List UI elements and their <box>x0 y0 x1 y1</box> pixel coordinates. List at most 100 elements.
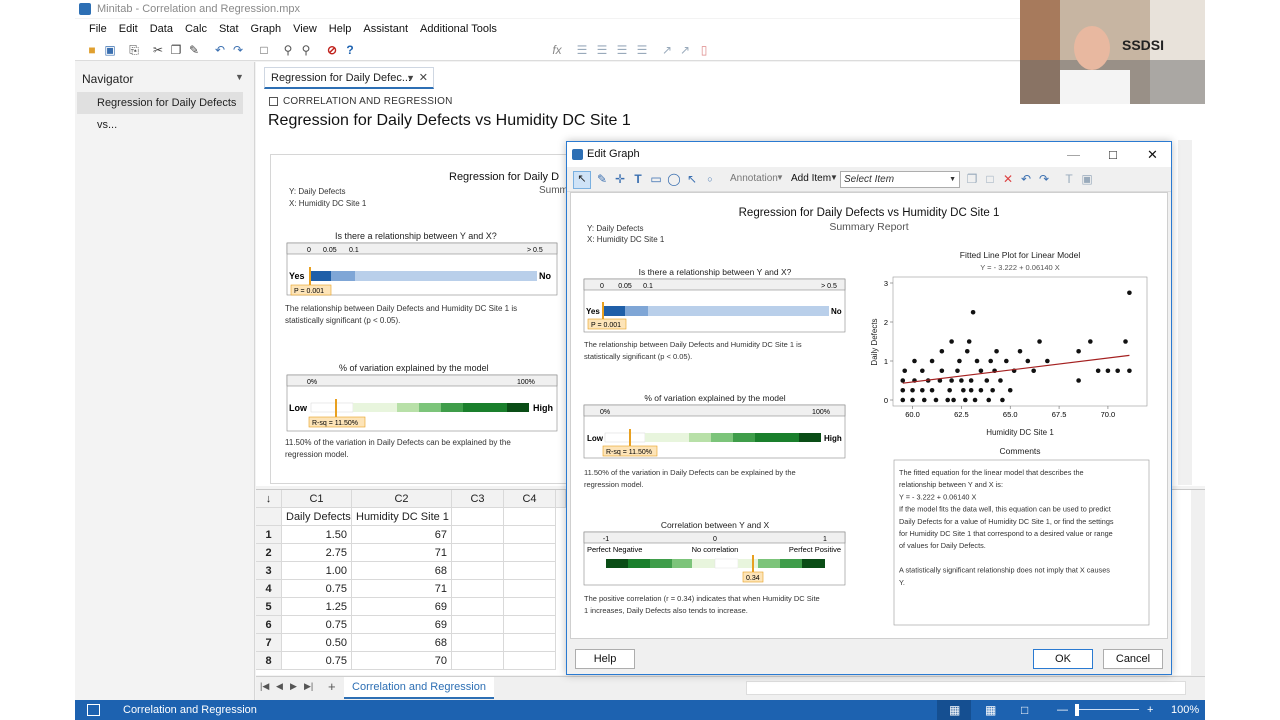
table-cell[interactable]: 70 <box>352 652 452 670</box>
crosshair-icon[interactable]: ↗ <box>678 43 692 57</box>
redo-icon[interactable]: ↷ <box>231 43 245 57</box>
tab-regression-output[interactable]: Regression for Daily Defec... ▼ ✕ <box>264 67 434 89</box>
sheet-tab-correlation-and-regression[interactable]: Correlation and Regression <box>344 677 494 699</box>
save-icon[interactable]: ▣ <box>103 43 117 57</box>
zoom-slider-track[interactable] <box>1075 709 1139 710</box>
row-header[interactable]: 2 <box>256 544 282 562</box>
subset-icon[interactable]: ☰ <box>635 43 649 57</box>
menu-data[interactable]: Data <box>144 19 179 39</box>
copy-icon[interactable]: ❐ <box>169 43 183 57</box>
open-folder-icon[interactable]: ■ <box>85 43 99 57</box>
last-sheet-icon[interactable]: ▶| <box>304 681 313 692</box>
menu-graph[interactable]: Graph <box>245 19 288 39</box>
table-cell[interactable] <box>504 652 556 670</box>
brush-icon[interactable]: ↗ <box>660 43 674 57</box>
find-icon[interactable]: ⚲ <box>281 43 295 57</box>
menu-calc[interactable]: Calc <box>179 19 213 39</box>
line-tool-icon[interactable]: ↖ <box>685 172 699 186</box>
column-id-c1[interactable]: C1 <box>282 490 352 508</box>
chevron-down-icon[interactable]: ▼ <box>830 173 838 182</box>
window-icon[interactable]: □ <box>257 43 271 57</box>
table-cell[interactable]: 0.50 <box>282 634 352 652</box>
menu-help[interactable]: Help <box>323 19 358 39</box>
table-cell[interactable] <box>504 616 556 634</box>
menu-stat[interactable]: Stat <box>213 19 245 39</box>
column-name-c2[interactable]: Humidity DC Site 1 <box>352 508 452 526</box>
text-tool-icon[interactable]: T <box>631 172 645 186</box>
zoom-slider-thumb[interactable] <box>1075 704 1079 716</box>
pane-toggle-icon[interactable] <box>87 704 100 716</box>
duplicate-icon[interactable]: ❐ <box>965 172 979 186</box>
replace-icon[interactable]: ⚲ <box>299 43 313 57</box>
zoom-out-icon[interactable]: — <box>1057 700 1068 720</box>
worksheet-scrollbar[interactable] <box>1191 490 1205 676</box>
column-id-c4[interactable]: C4 <box>504 490 556 508</box>
table-cell[interactable]: 67 <box>352 526 452 544</box>
table-cell[interactable] <box>504 634 556 652</box>
chevron-down-icon[interactable]: ▼ <box>235 72 244 82</box>
row-header[interactable]: 6 <box>256 616 282 634</box>
page-icon[interactable]: □ <box>983 172 997 186</box>
chevron-down-icon[interactable]: ▼ <box>776 173 784 182</box>
grid-view-icon[interactable]: ▦ <box>949 700 960 720</box>
close-icon[interactable]: ✕ <box>419 68 428 88</box>
horizontal-scrollbar[interactable] <box>746 681 1186 695</box>
table-cell[interactable]: 0.75 <box>282 580 352 598</box>
text-format-icon[interactable]: T <box>1062 172 1076 186</box>
table-cell[interactable] <box>452 616 504 634</box>
prev-sheet-icon[interactable]: ◀ <box>276 681 283 692</box>
table-cell[interactable]: 0.75 <box>282 616 352 634</box>
menu-file[interactable]: File <box>83 19 113 39</box>
row-header[interactable]: 4 <box>256 580 282 598</box>
ellipse-tool-icon[interactable]: ◯ <box>667 172 681 186</box>
table-cell[interactable]: 68 <box>352 562 452 580</box>
row-header[interactable]: 3 <box>256 562 282 580</box>
table-cell[interactable] <box>452 562 504 580</box>
menu-edit[interactable]: Edit <box>113 19 144 39</box>
row-header[interactable]: 7 <box>256 634 282 652</box>
column-id-c3[interactable]: C3 <box>452 490 504 508</box>
delete-icon[interactable]: ✕ <box>1001 172 1015 186</box>
undo-icon[interactable]: ↶ <box>213 43 227 57</box>
table-cell[interactable]: 68 <box>352 634 452 652</box>
table-cell[interactable] <box>452 634 504 652</box>
minimize-icon[interactable]: — <box>1067 142 1080 167</box>
first-sheet-icon[interactable]: |◀ <box>260 681 269 692</box>
table-cell[interactable] <box>452 580 504 598</box>
menu-assistant[interactable]: Assistant <box>357 19 414 39</box>
maximize-icon[interactable]: □ <box>1109 142 1117 167</box>
insert-rows-icon[interactable]: ☰ <box>575 43 589 57</box>
cancel-button[interactable]: Cancel <box>1103 649 1163 669</box>
row-header[interactable]: 5 <box>256 598 282 616</box>
menu-additional-tools[interactable]: Additional Tools <box>414 19 503 39</box>
table-cell[interactable]: 69 <box>352 598 452 616</box>
table-cell[interactable]: 0.75 <box>282 652 352 670</box>
graph-canvas[interactable]: Regression for Daily Defects vs Humidity… <box>570 192 1168 639</box>
formula-icon[interactable]: fx <box>550 43 564 57</box>
redo-icon[interactable]: ↷ <box>1037 172 1051 186</box>
row-header[interactable]: 8 <box>256 652 282 670</box>
output-scrollbar[interactable] <box>1178 140 1192 485</box>
undo-icon[interactable]: ↶ <box>1019 172 1033 186</box>
table-cell[interactable] <box>504 562 556 580</box>
menu-view[interactable]: View <box>287 19 323 39</box>
table-cell[interactable] <box>504 544 556 562</box>
column-name-c3[interactable] <box>452 508 504 526</box>
chevron-down-icon[interactable]: ▼ <box>949 172 956 187</box>
crosshair-icon[interactable]: ✛ <box>613 172 627 186</box>
column-name-c1[interactable]: Daily Defects <box>282 508 352 526</box>
brush-icon[interactable]: ✎ <box>595 172 609 186</box>
close-icon[interactable]: ✕ <box>1147 142 1158 167</box>
table-cell[interactable] <box>504 598 556 616</box>
output-view-icon[interactable]: □ <box>1021 700 1028 720</box>
add-sheet-icon[interactable]: + <box>328 679 336 694</box>
marker-tool-icon[interactable]: ○ <box>703 172 717 186</box>
next-sheet-icon[interactable]: ▶ <box>290 681 297 692</box>
help-button[interactable]: Help <box>575 649 635 669</box>
table-cell[interactable] <box>452 652 504 670</box>
paste-icon[interactable]: ✎ <box>187 43 201 57</box>
zoom-in-icon[interactable]: + <box>1147 700 1153 720</box>
cancel-command-icon[interactable]: ⊘ <box>325 43 339 57</box>
annotation-menu[interactable]: Annotation <box>730 173 778 184</box>
insert-columns-icon[interactable]: ☰ <box>595 43 609 57</box>
